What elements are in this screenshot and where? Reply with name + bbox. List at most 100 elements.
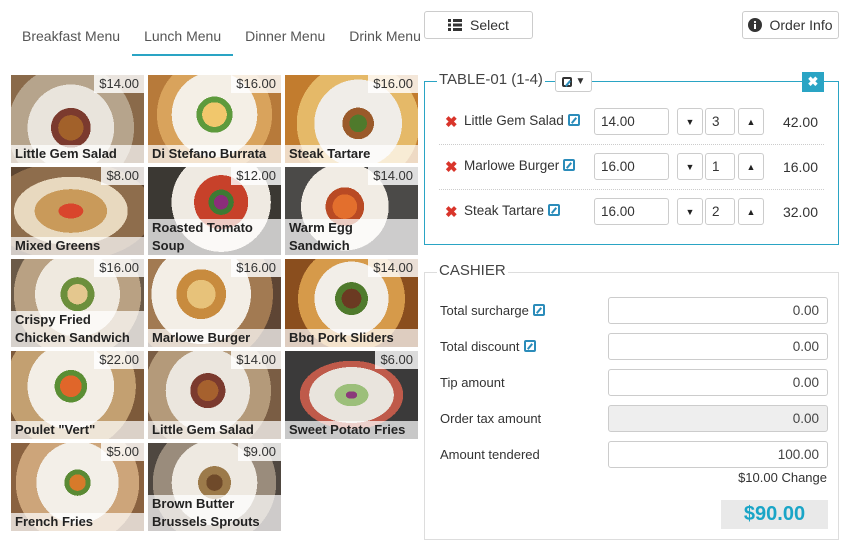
line-total: 32.00 bbox=[782, 204, 818, 220]
table-label: TABLE-01 (1-4) bbox=[437, 71, 545, 88]
menu-item[interactable]: $12.00 Roasted Tomato Soup bbox=[148, 167, 281, 255]
list-icon bbox=[448, 19, 463, 31]
tab-breakfast-menu[interactable]: Breakfast Menu bbox=[10, 22, 132, 56]
decrease-qty-button[interactable]: ▼ bbox=[677, 108, 703, 135]
surcharge-label: Total surcharge bbox=[440, 303, 545, 318]
unit-price-input[interactable]: 16.00 bbox=[594, 198, 669, 225]
menu-item[interactable]: $9.00 Brown Butter Brussels Sprouts bbox=[148, 443, 281, 531]
remove-icon[interactable]: ✖ bbox=[445, 203, 458, 221]
item-name: Brown Butter Brussels Sprouts bbox=[148, 495, 281, 531]
cashier-panel: CASHIER Total surcharge 0.00 Total disco… bbox=[424, 262, 839, 540]
edit-icon[interactable] bbox=[532, 304, 545, 316]
order-total: $90.00 bbox=[721, 500, 828, 529]
item-name: Bbq Pork Sliders bbox=[285, 329, 418, 347]
increase-qty-button[interactable]: ▲ bbox=[738, 108, 764, 135]
unit-price-input[interactable]: 14.00 bbox=[594, 108, 669, 135]
qty-input[interactable]: 1 bbox=[705, 153, 735, 180]
tab-drink-menu[interactable]: Drink Menu bbox=[337, 22, 433, 56]
menu-item[interactable]: $14.00 Bbq Pork Sliders bbox=[285, 259, 418, 347]
order-panel: TABLE-01 (1-4) ▼ ✖ ✖ Little Gem Salad 14… bbox=[424, 71, 839, 245]
order-row: ✖ Marlowe Burger 16.00 ▼ 1 ▲ 16.00 bbox=[425, 145, 838, 190]
select-label: Select bbox=[470, 17, 509, 33]
remove-icon[interactable]: ✖ bbox=[445, 158, 458, 176]
item-name: Marlowe Burger bbox=[148, 329, 281, 347]
item-price: $12.00 bbox=[231, 167, 281, 185]
menu-item[interactable]: $14.00 Little Gem Salad bbox=[148, 351, 281, 439]
item-name: Crispy Fried Chicken Sandwich bbox=[11, 311, 144, 347]
discount-label: Total discount bbox=[440, 339, 536, 354]
tendered-input[interactable]: 100.00 bbox=[608, 441, 828, 468]
line-total: 16.00 bbox=[782, 159, 818, 175]
select-button[interactable]: Select bbox=[424, 11, 533, 39]
change-text: $10.00 Change bbox=[738, 470, 827, 485]
menu-item[interactable]: $22.00 Poulet "Vert" bbox=[11, 351, 144, 439]
tab-dinner-menu[interactable]: Dinner Menu bbox=[233, 22, 337, 56]
menu-item[interactable]: $6.00 Sweet Potato Fries bbox=[285, 351, 418, 439]
item-name: Steak Tartare bbox=[285, 145, 418, 163]
item-name: Sweet Potato Fries bbox=[285, 421, 418, 439]
item-price: $5.00 bbox=[101, 443, 144, 461]
item-price: $16.00 bbox=[368, 75, 418, 93]
qty-input[interactable]: 2 bbox=[705, 198, 735, 225]
menu-item[interactable]: $16.00 Marlowe Burger bbox=[148, 259, 281, 347]
menu-grid: $14.00 Little Gem Salad $16.00 Di Stefan… bbox=[11, 75, 419, 533]
tip-label: Tip amount bbox=[440, 375, 505, 390]
order-item-label: Steak Tartare bbox=[464, 203, 545, 218]
menu-item[interactable]: $16.00 Crispy Fried Chicken Sandwich bbox=[11, 259, 144, 347]
item-name: Di Stefano Burrata bbox=[148, 145, 281, 163]
remove-icon[interactable]: ✖ bbox=[445, 113, 458, 131]
item-price: $16.00 bbox=[231, 75, 281, 93]
order-info-label: Order Info bbox=[769, 17, 833, 33]
menu-item[interactable]: $16.00 Steak Tartare bbox=[285, 75, 418, 163]
decrease-qty-button[interactable]: ▼ bbox=[677, 153, 703, 180]
order-row: ✖ Steak Tartare 16.00 ▼ 2 ▲ 32.00 bbox=[425, 190, 838, 235]
cashier-title: CASHIER bbox=[437, 262, 508, 279]
menu-tabs: Breakfast Menu Lunch Menu Dinner Menu Dr… bbox=[10, 22, 433, 56]
item-name: French Fries bbox=[11, 513, 144, 531]
increase-qty-button[interactable]: ▲ bbox=[738, 153, 764, 180]
tax-label: Order tax amount bbox=[440, 411, 542, 426]
decrease-qty-button[interactable]: ▼ bbox=[677, 198, 703, 225]
item-price: $8.00 bbox=[101, 167, 144, 185]
discount-label-text: Total discount bbox=[440, 339, 520, 354]
edit-icon bbox=[561, 76, 572, 87]
item-price: $22.00 bbox=[94, 351, 144, 369]
menu-item[interactable]: $14.00 Little Gem Salad bbox=[11, 75, 144, 163]
item-name: Little Gem Salad bbox=[148, 421, 281, 439]
discount-input[interactable]: 0.00 bbox=[608, 333, 828, 360]
item-price: $14.00 bbox=[94, 75, 144, 93]
item-price: $16.00 bbox=[94, 259, 144, 277]
menu-item[interactable]: $5.00 French Fries bbox=[11, 443, 144, 531]
item-price: $14.00 bbox=[368, 167, 418, 185]
menu-item[interactable]: $16.00 Di Stefano Burrata bbox=[148, 75, 281, 163]
item-price: $6.00 bbox=[375, 351, 418, 369]
item-name: Mixed Greens bbox=[11, 237, 144, 255]
edit-icon[interactable] bbox=[563, 159, 576, 171]
surcharge-label-text: Total surcharge bbox=[440, 303, 529, 318]
menu-item[interactable]: $8.00 Mixed Greens bbox=[11, 167, 144, 255]
edit-icon[interactable] bbox=[523, 340, 536, 352]
tax-input: 0.00 bbox=[608, 405, 828, 432]
item-price: $16.00 bbox=[231, 259, 281, 277]
order-item-name: Steak Tartare bbox=[464, 203, 561, 218]
table-options-dropdown[interactable]: ▼ bbox=[555, 71, 592, 92]
item-name: Poulet "Vert" bbox=[11, 421, 144, 439]
close-icon[interactable]: ✖ bbox=[802, 72, 824, 92]
tab-lunch-menu[interactable]: Lunch Menu bbox=[132, 22, 234, 56]
menu-item[interactable]: $14.00 Warm Egg Sandwich bbox=[285, 167, 418, 255]
tip-input[interactable]: 0.00 bbox=[608, 369, 828, 396]
item-name: Roasted Tomato Soup bbox=[148, 219, 281, 255]
surcharge-input[interactable]: 0.00 bbox=[608, 297, 828, 324]
edit-icon[interactable] bbox=[567, 114, 580, 126]
unit-price-input[interactable]: 16.00 bbox=[594, 153, 669, 180]
order-info-button[interactable]: Order Info bbox=[742, 11, 839, 39]
order-item-label: Little Gem Salad bbox=[464, 113, 564, 128]
qty-input[interactable]: 3 bbox=[705, 108, 735, 135]
edit-icon[interactable] bbox=[548, 204, 561, 216]
order-row: ✖ Little Gem Salad 14.00 ▼ 3 ▲ 42.00 bbox=[425, 100, 838, 145]
info-icon bbox=[748, 18, 763, 32]
tendered-label: Amount tendered bbox=[440, 447, 540, 462]
order-item-name: Marlowe Burger bbox=[464, 158, 576, 173]
increase-qty-button[interactable]: ▲ bbox=[738, 198, 764, 225]
order-item-label: Marlowe Burger bbox=[464, 158, 560, 173]
